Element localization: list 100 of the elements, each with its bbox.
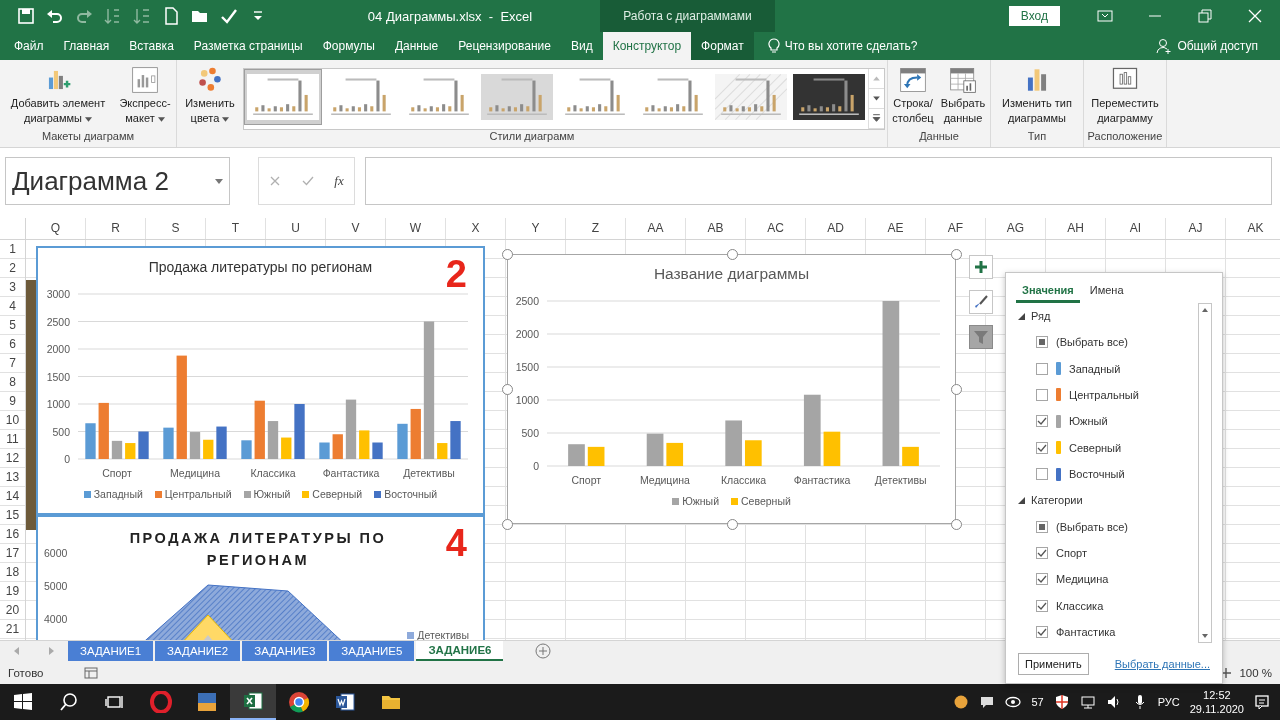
- chart-tool-button[interactable]: [969, 290, 993, 314]
- column-header[interactable]: V: [326, 218, 386, 239]
- resize-handle[interactable]: [951, 249, 962, 260]
- checkbox[interactable]: [1036, 599, 1048, 612]
- move-chart-button[interactable]: Переместить диаграмму: [1086, 64, 1164, 128]
- row-header[interactable]: 7: [0, 354, 25, 373]
- column-header[interactable]: W: [386, 218, 446, 239]
- column-header[interactable]: AK: [1226, 218, 1280, 239]
- column-header[interactable]: AC: [746, 218, 806, 239]
- ribbon-tab[interactable]: Данные: [384, 32, 449, 60]
- row-header[interactable]: 20: [0, 601, 25, 620]
- input-language[interactable]: РУС: [1157, 696, 1180, 708]
- resize-handle[interactable]: [726, 249, 738, 260]
- checkbox[interactable]: [1036, 441, 1048, 454]
- document-app-icon[interactable]: [334, 691, 356, 713]
- column-header[interactable]: S: [146, 218, 206, 239]
- row-header[interactable]: 11: [0, 430, 25, 449]
- macro-record-icon[interactable]: [83, 666, 98, 679]
- sheet-tab[interactable]: ЗАДАНИЕ3: [242, 641, 328, 661]
- ribbon-tab[interactable]: Формат: [691, 32, 754, 60]
- row-header[interactable]: 16: [0, 525, 25, 544]
- zoom-in-icon[interactable]: [1221, 667, 1232, 678]
- sheet-tab[interactable]: ЗАДАНИЕ2: [155, 641, 241, 661]
- row-header[interactable]: 6: [0, 335, 25, 354]
- column-header[interactable]: AJ: [1166, 218, 1226, 239]
- checkbox[interactable]: [1036, 520, 1048, 533]
- row-header[interactable]: 15: [0, 506, 25, 525]
- column-header[interactable]: U: [266, 218, 326, 239]
- row-header[interactable]: 13: [0, 468, 25, 487]
- row-header[interactable]: 19: [0, 582, 25, 601]
- quick-layout-button[interactable]: Экспресс-макет: [116, 64, 174, 128]
- checkbox[interactable]: [1036, 468, 1048, 481]
- column-header[interactable]: AB: [686, 218, 746, 239]
- resize-handle[interactable]: [502, 384, 513, 395]
- eye-icon[interactable]: [1005, 694, 1022, 710]
- browser-icon[interactable]: [288, 691, 310, 713]
- row-header[interactable]: 5: [0, 316, 25, 335]
- formula-bar-field[interactable]: [365, 157, 1272, 205]
- column-header[interactable]: AI: [1106, 218, 1166, 239]
- resize-handle[interactable]: [726, 519, 738, 530]
- scrollbar[interactable]: [1198, 303, 1212, 643]
- change-chart-type-button[interactable]: Изменить тип диаграммы: [993, 64, 1081, 128]
- section-header[interactable]: Ряд: [1018, 303, 1198, 329]
- checkbox[interactable]: [1036, 336, 1048, 349]
- column-header[interactable]: Q: [26, 218, 86, 239]
- add-chart-element-button[interactable]: Добавить элемент диаграммы: [2, 64, 114, 128]
- shield-icon[interactable]: [1053, 694, 1070, 710]
- column-header[interactable]: T: [206, 218, 266, 239]
- app-icon[interactable]: [196, 691, 218, 713]
- row-header[interactable]: 1: [0, 240, 25, 259]
- ribbon-tab[interactable]: Конструктор: [602, 32, 692, 60]
- restore-icon[interactable]: [1197, 8, 1213, 24]
- sheet-tab[interactable]: ЗАДАНИЕ1: [68, 641, 154, 661]
- clock[interactable]: 12:52 29.11.2020: [1189, 688, 1244, 716]
- panel-tab[interactable]: Имена: [1083, 279, 1130, 303]
- network-icon[interactable]: [1079, 694, 1096, 710]
- switch-row-column-button[interactable]: Строка/ столбец: [890, 64, 936, 128]
- ring-icon[interactable]: [150, 691, 172, 713]
- column-header[interactable]: Y: [506, 218, 566, 239]
- chat-icon[interactable]: [979, 694, 996, 710]
- checkbox[interactable]: [1036, 362, 1048, 375]
- tray-icon[interactable]: [953, 694, 970, 710]
- row-header[interactable]: 10: [0, 411, 25, 430]
- notification-icon[interactable]: [1254, 694, 1270, 710]
- row-header[interactable]: 21: [0, 620, 25, 639]
- column-header[interactable]: AD: [806, 218, 866, 239]
- section-header[interactable]: Категории: [1018, 487, 1198, 514]
- row-header[interactable]: 12: [0, 449, 25, 468]
- column-header[interactable]: AF: [926, 218, 986, 239]
- sign-in-button[interactable]: Вход: [1008, 6, 1060, 26]
- checkbox[interactable]: [1036, 626, 1048, 639]
- panel-tab[interactable]: Значения: [1016, 279, 1080, 303]
- chart-style-thumbnail[interactable]: [244, 69, 322, 125]
- checkbox[interactable]: [1036, 573, 1048, 586]
- add-sheet-icon[interactable]: [535, 643, 552, 659]
- apply-button[interactable]: Применить: [1018, 653, 1089, 675]
- column-header[interactable]: X: [446, 218, 506, 239]
- resize-handle[interactable]: [502, 519, 513, 530]
- column-header[interactable]: Z: [566, 218, 626, 239]
- ribbon-tab[interactable]: Главная: [53, 32, 120, 60]
- checkbox[interactable]: [1036, 388, 1048, 401]
- row-header[interactable]: 14: [0, 487, 25, 506]
- ribbon-tab[interactable]: Рецензирование: [448, 32, 561, 60]
- chart-tool-button[interactable]: [969, 255, 993, 279]
- save-icon[interactable]: [16, 6, 36, 26]
- speaker-icon[interactable]: [1105, 694, 1122, 710]
- column-header[interactable]: AA: [626, 218, 686, 239]
- column-header[interactable]: AH: [1046, 218, 1106, 239]
- checkbox[interactable]: [1036, 415, 1048, 428]
- row-header[interactable]: 18: [0, 563, 25, 582]
- select-data-button[interactable]: Выбрать данные: [938, 64, 988, 128]
- row-header[interactable]: 4: [0, 297, 25, 316]
- column-header[interactable]: AE: [866, 218, 926, 239]
- change-colors-button[interactable]: Изменить цвета: [179, 64, 241, 128]
- row-header[interactable]: 2: [0, 259, 25, 278]
- name-box[interactable]: Диаграмма 2: [5, 157, 230, 205]
- ribbon-display-icon[interactable]: [1097, 8, 1113, 24]
- row-header[interactable]: 17: [0, 544, 25, 563]
- ribbon-tab[interactable]: Вставка: [119, 32, 184, 60]
- close-icon[interactable]: [1247, 8, 1263, 24]
